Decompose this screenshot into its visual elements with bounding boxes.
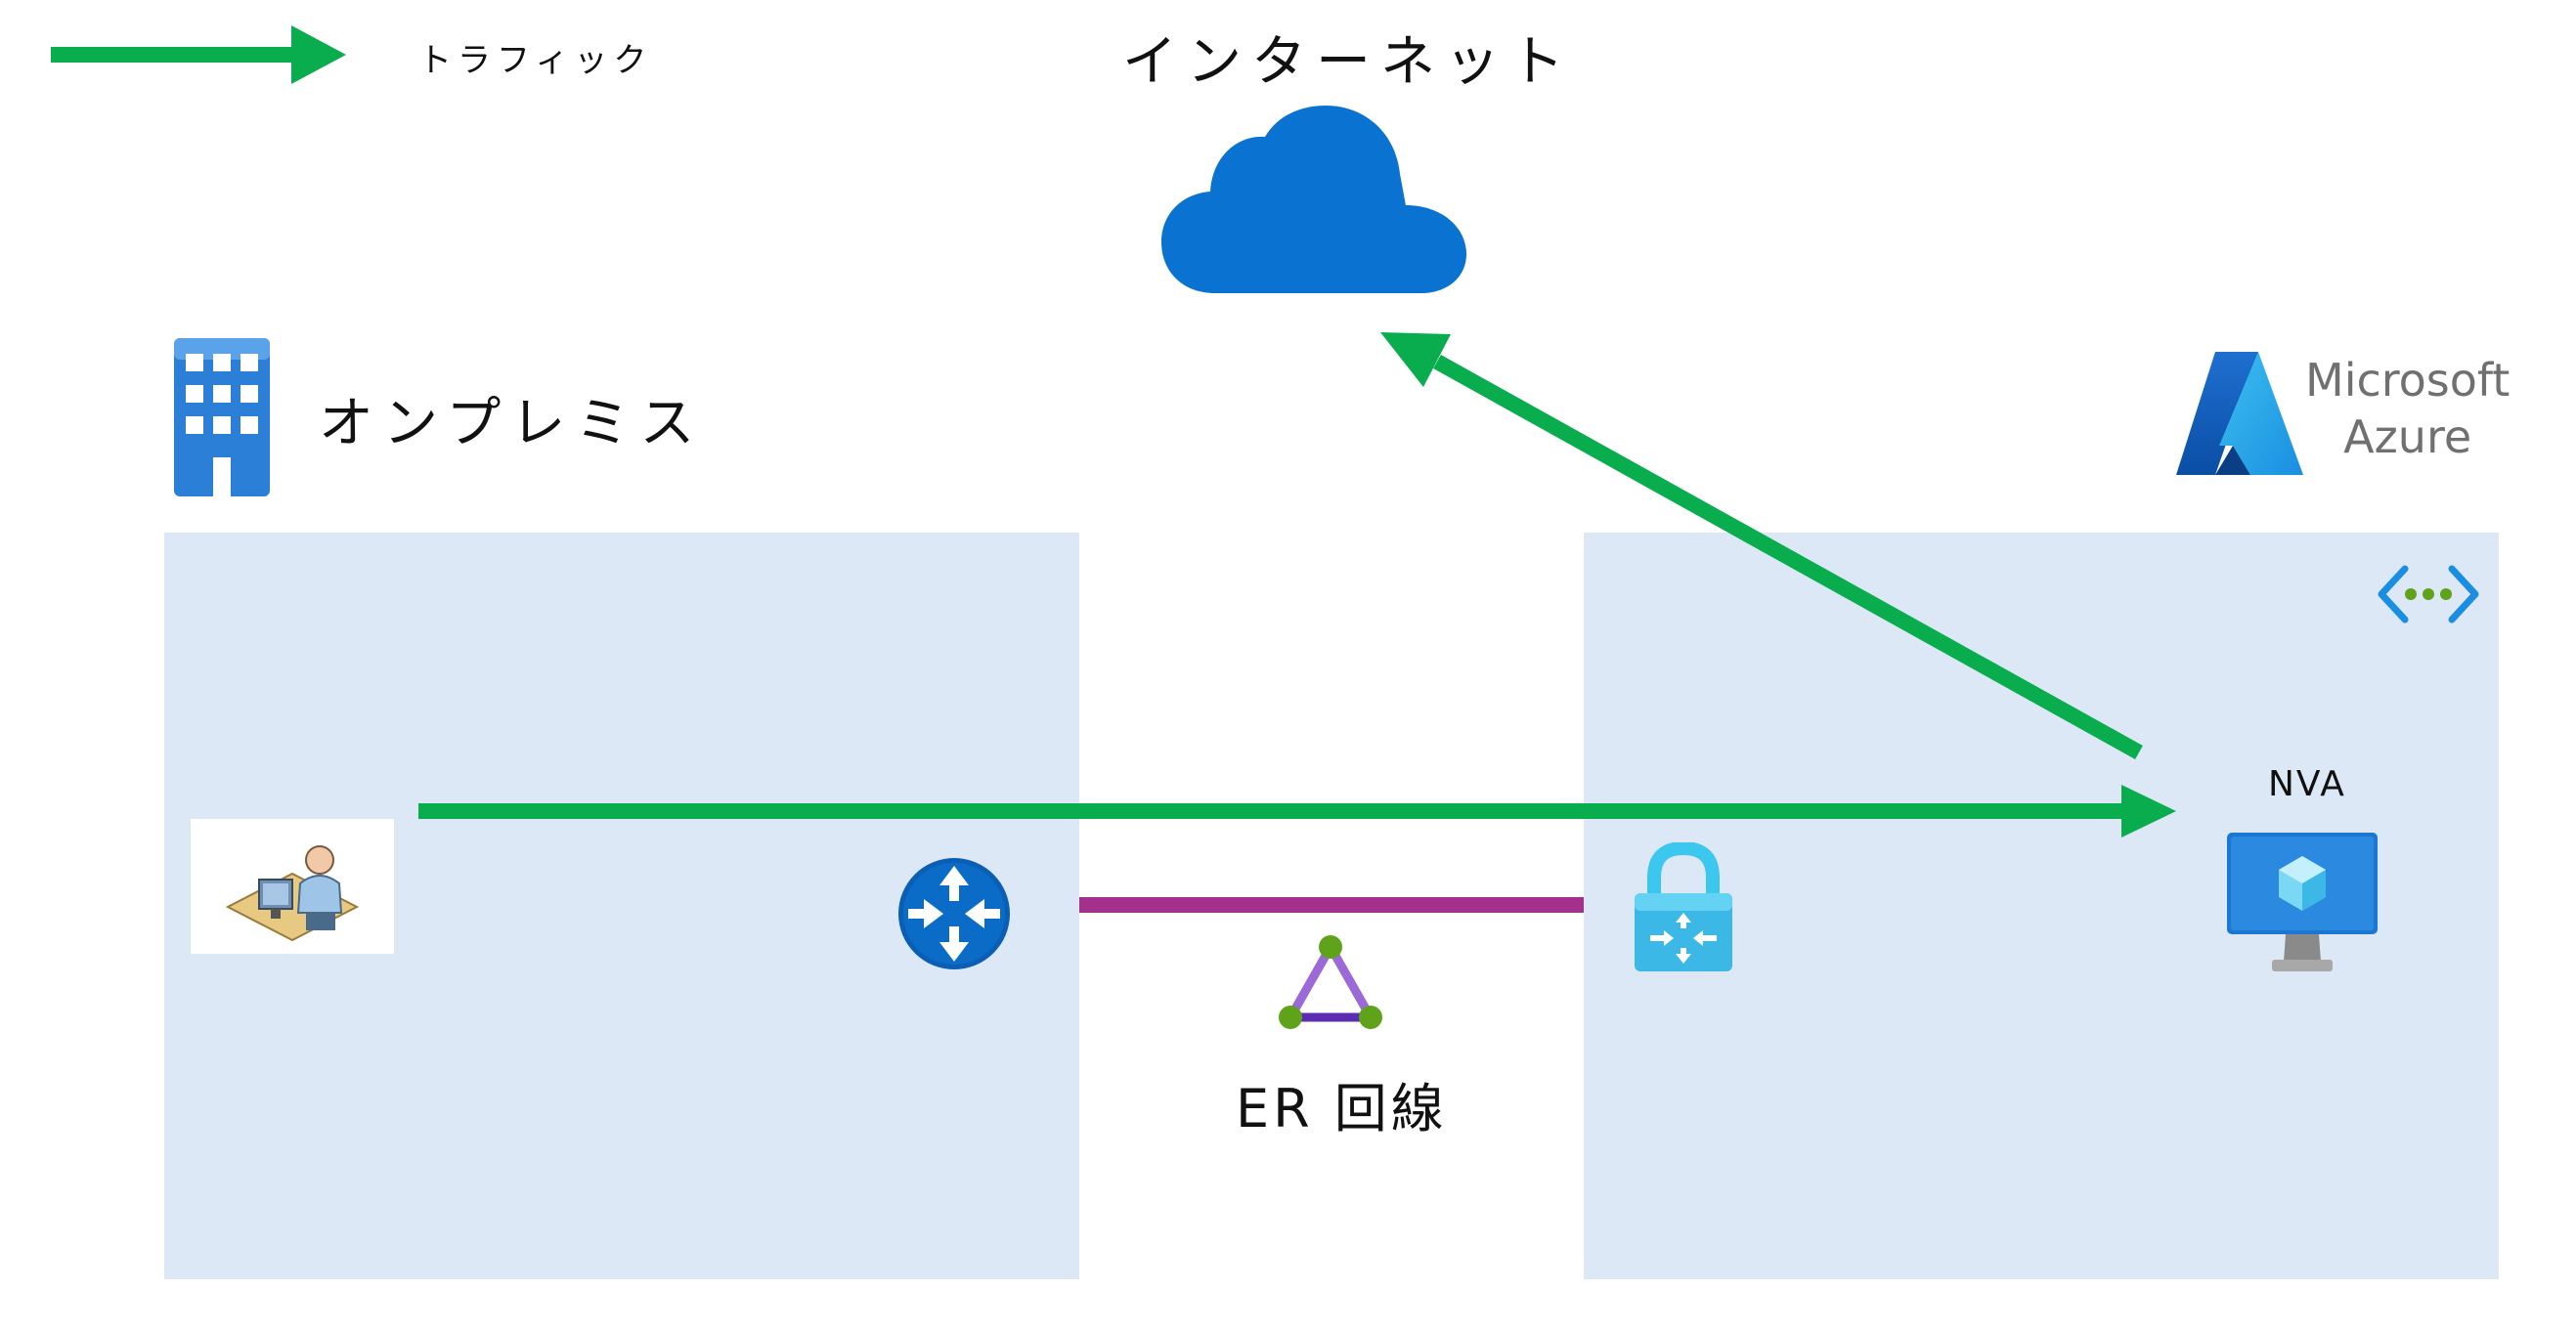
azure-logo-icon (2176, 352, 2303, 475)
cloud-icon (1161, 106, 1466, 293)
legend-arrow (51, 25, 346, 84)
router-icon (898, 858, 1010, 969)
virtual-machine-icon (2227, 833, 2378, 971)
office-building-icon (174, 338, 270, 496)
azure-brand-text: Microsoft Azure (2305, 352, 2510, 465)
azure-brand-line2: Azure (2343, 410, 2472, 463)
legend-label: トラフィック (418, 41, 653, 80)
client-card (191, 819, 394, 954)
nva-label: NVA (2268, 764, 2346, 804)
azure-brand-line1: Microsoft (2305, 354, 2511, 407)
virtual-network-icon (2378, 565, 2479, 623)
user-workstation-icon (225, 845, 360, 942)
er-label: ER 回線 (1236, 1078, 1448, 1139)
traffic-arrow-to-internet (1380, 332, 2143, 759)
internet-title: インターネット (1122, 30, 1574, 94)
onprem-title: オンプレミス (319, 392, 705, 455)
traffic-arrow-to-nva (418, 785, 2176, 838)
expressroute-circuit-icon (1279, 935, 1382, 1029)
vpn-gateway-icon (1635, 842, 1732, 971)
